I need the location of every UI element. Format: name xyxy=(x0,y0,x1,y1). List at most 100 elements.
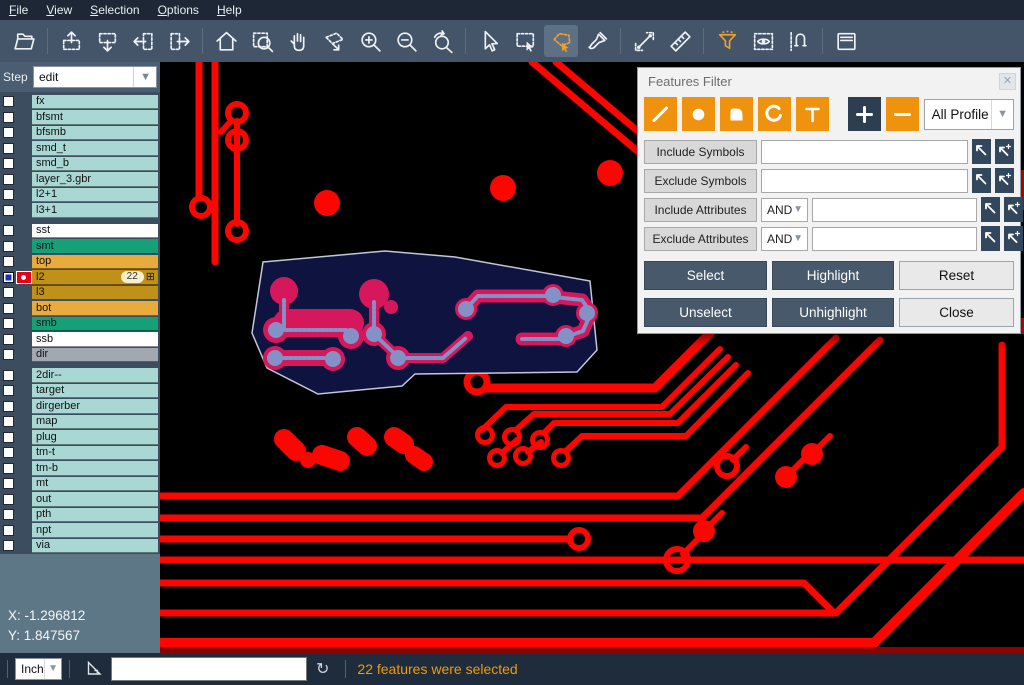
exclude-attributes-operator-select[interactable]: AND▼ xyxy=(761,227,808,251)
layer-label[interactable]: l3+1 xyxy=(32,203,158,218)
layer-label[interactable]: ssb xyxy=(32,332,158,347)
layer-checkbox[interactable] xyxy=(3,112,14,123)
layer-row-smd_t[interactable]: smd_t xyxy=(0,141,160,157)
layer-row-plug[interactable]: plug xyxy=(0,430,160,446)
layer-checkbox[interactable] xyxy=(3,143,14,154)
exclude-symbols-button[interactable]: Exclude Symbols xyxy=(644,169,757,193)
layer-label[interactable]: npt xyxy=(32,523,158,538)
layer-row-smb[interactable]: smb xyxy=(0,316,160,332)
zoom-window-button[interactable] xyxy=(245,25,279,57)
unhighlight-button[interactable]: Unhighlight xyxy=(772,298,894,327)
step-select[interactable]: edit ▼ xyxy=(33,66,157,88)
layer-row-dir[interactable]: dir xyxy=(0,347,160,363)
close-icon[interactable]: ✕ xyxy=(999,73,1016,90)
include-attributes-pick-add-button[interactable] xyxy=(1004,197,1023,222)
layer-row-l3[interactable]: l3 xyxy=(0,285,160,301)
layer-checkbox[interactable] xyxy=(3,447,14,458)
layer-checkbox[interactable] xyxy=(3,525,14,536)
layer-row-out[interactable]: out xyxy=(0,492,160,508)
layer-label[interactable]: map xyxy=(32,415,158,430)
zoom-out-button[interactable] xyxy=(389,25,423,57)
filter-type-surface[interactable] xyxy=(720,97,753,131)
measure-button[interactable] xyxy=(627,25,661,57)
layer-label[interactable]: smt xyxy=(32,239,158,254)
layer-label[interactable]: plug xyxy=(32,430,158,445)
layer-row-bfsmb[interactable]: bfsmb xyxy=(0,125,160,141)
command-input[interactable] xyxy=(111,657,307,681)
layer-checkbox[interactable] xyxy=(3,205,14,216)
layer-checkbox[interactable] xyxy=(3,540,14,551)
layer-label[interactable]: bfsmb xyxy=(32,126,158,141)
reset-button[interactable]: Reset xyxy=(899,261,1014,290)
exclude-attributes-pick-add-button[interactable] xyxy=(1004,226,1023,251)
layer-label[interactable]: pth xyxy=(32,508,158,523)
layers-panel-button[interactable] xyxy=(829,25,863,57)
filter-mode-minus[interactable] xyxy=(886,97,919,131)
layer-row-l3+1[interactable]: l3+1 xyxy=(0,203,160,219)
layer-checkbox[interactable] xyxy=(3,174,14,185)
layer-row-via[interactable]: via xyxy=(0,538,160,554)
filter-type-line[interactable] xyxy=(644,97,677,131)
exclude-symbols-input[interactable] xyxy=(761,169,968,193)
pan-hand-button[interactable] xyxy=(281,25,315,57)
layer-checkbox[interactable] xyxy=(3,370,14,381)
select-cursor-button[interactable] xyxy=(472,25,506,57)
layer-checkbox[interactable] xyxy=(3,478,14,489)
exclude-symbols-pick-add-button[interactable] xyxy=(995,168,1014,193)
layer-label[interactable]: fx xyxy=(32,95,158,110)
pan-right-button[interactable] xyxy=(162,25,196,57)
unselect-button[interactable]: Unselect xyxy=(644,298,767,327)
menu-selection[interactable]: Selection xyxy=(81,0,148,20)
menu-options[interactable]: Options xyxy=(149,0,208,20)
layer-checkbox[interactable] xyxy=(3,256,14,267)
open-button[interactable] xyxy=(7,25,41,57)
layer-checkbox[interactable] xyxy=(3,349,14,360)
layer-label[interactable]: 2dir-- xyxy=(32,368,158,383)
snap-button[interactable] xyxy=(782,25,816,57)
angle-measure-icon[interactable] xyxy=(85,660,103,678)
select-button[interactable]: Select xyxy=(644,261,767,290)
include-attributes-button[interactable]: Include Attributes xyxy=(644,198,757,222)
layer-label[interactable]: smb xyxy=(32,317,158,332)
filter-type-text[interactable] xyxy=(796,97,829,131)
exclude-attributes-button[interactable]: Exclude Attributes xyxy=(644,227,757,251)
layer-label[interactable]: bot xyxy=(32,301,158,316)
layer-label[interactable]: tm-t xyxy=(32,446,158,461)
select-rectangle-button[interactable] xyxy=(508,25,542,57)
pan-down-button[interactable] xyxy=(90,25,124,57)
layer-label[interactable]: via xyxy=(32,539,158,554)
layer-checkbox[interactable] xyxy=(3,287,14,298)
unit-select[interactable]: Inch ▼ xyxy=(15,658,62,680)
include-attributes-operator-select[interactable]: AND▼ xyxy=(761,198,808,222)
filter-type-pad[interactable] xyxy=(682,97,715,131)
layer-checkbox[interactable] xyxy=(3,494,14,505)
menu-help[interactable]: Help xyxy=(208,0,251,20)
layer-row-l2+1[interactable]: l2+1 xyxy=(0,187,160,203)
include-symbols-pick-button[interactable] xyxy=(972,139,991,164)
layer-row-smd_b[interactable]: smd_b xyxy=(0,156,160,172)
zoom-home-button[interactable] xyxy=(209,25,243,57)
layer-label[interactable]: out xyxy=(32,492,158,507)
include-attributes-pick-button[interactable] xyxy=(981,197,1000,222)
layer-checkbox[interactable] xyxy=(3,385,14,396)
layer-row-pth[interactable]: pth xyxy=(0,507,160,523)
exclude-symbols-pick-button[interactable] xyxy=(972,168,991,193)
layer-label[interactable]: tm-b xyxy=(32,461,158,476)
layer-label[interactable]: layer_3.gbr xyxy=(32,172,158,187)
include-attributes-input[interactable] xyxy=(812,198,977,222)
layer-row-l2[interactable]: l222⊞ xyxy=(0,270,160,286)
layer-row-npt[interactable]: npt xyxy=(0,523,160,539)
grid-icon[interactable]: ⊞ xyxy=(146,271,155,283)
close-button[interactable]: Close xyxy=(899,298,1014,327)
zoom-previous-button[interactable] xyxy=(425,25,459,57)
layer-label[interactable]: bfsmt xyxy=(32,110,158,125)
layer-checkbox[interactable] xyxy=(3,272,14,283)
layer-row-map[interactable]: map xyxy=(0,414,160,430)
filter-mode-plus[interactable] xyxy=(848,97,881,131)
layer-checkbox[interactable] xyxy=(3,225,14,236)
view-features-button[interactable] xyxy=(746,25,780,57)
highlight-button[interactable]: Highlight xyxy=(772,261,894,290)
layer-row-fx[interactable]: fx xyxy=(0,94,160,110)
layer-label[interactable]: l222⊞ xyxy=(32,270,158,285)
layer-checkbox[interactable] xyxy=(3,318,14,329)
